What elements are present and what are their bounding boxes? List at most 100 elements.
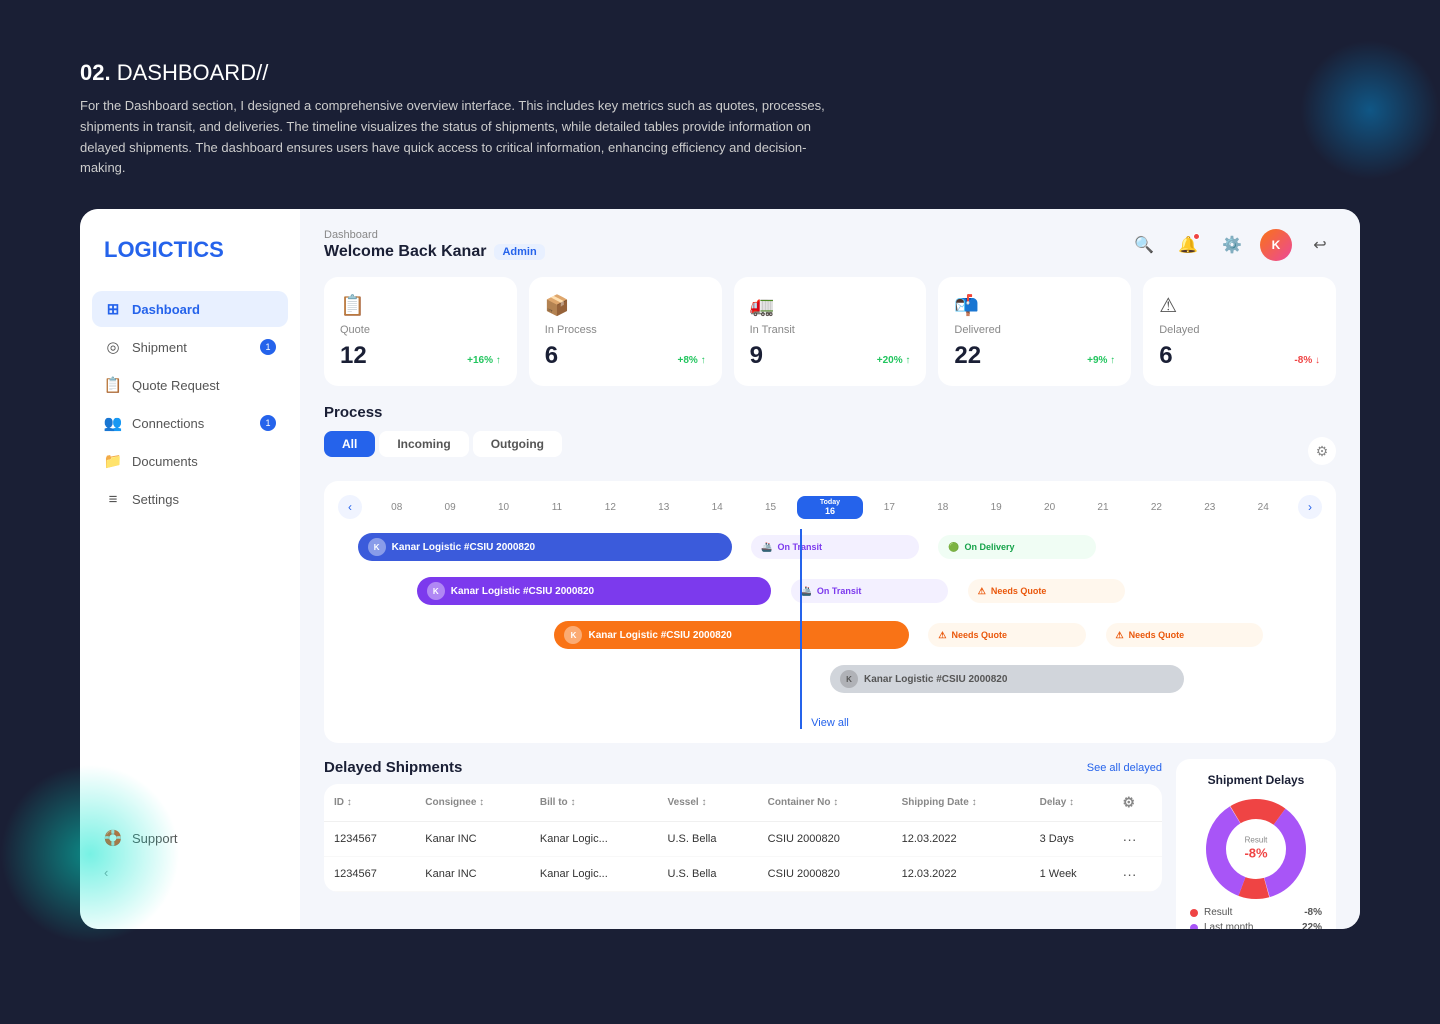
shipment-badge: 1: [260, 339, 276, 355]
topbar-actions: 🔍 🔔 ⚙️ K ↩: [1128, 229, 1336, 261]
col-shipping-date[interactable]: Shipping Date ↕: [892, 784, 1030, 822]
metric-in-transit: 🚛 In Transit 9 +20% ↑: [734, 277, 927, 386]
sidebar-item-settings[interactable]: ≡ Settings: [92, 481, 288, 517]
pie-legend-label: Last month: [1204, 922, 1253, 929]
breadcrumb: Dashboard: [324, 229, 545, 241]
timeline-prev-btn[interactable]: ‹: [338, 495, 362, 519]
metric-value-row: 9 +20% ↑: [750, 342, 911, 370]
metric-value: 12: [340, 342, 367, 370]
metric-change: -8% ↓: [1294, 355, 1320, 366]
metric-value: 6: [1159, 342, 1172, 370]
sidebar-support[interactable]: 🛟 Support: [92, 820, 288, 856]
timeline-header: ‹ 08 09 10 11 12 13 14 15 16 17 18 19 20…: [338, 495, 1322, 519]
col-settings[interactable]: ⚙: [1113, 784, 1162, 822]
table-container: ID ↕ Consignee ↕ Bill to ↕ Vessel ↕ Cont…: [324, 784, 1162, 892]
cell-consignee: Kanar INC: [415, 857, 530, 892]
gantt-status-transit-2: 🚢 On Transit: [791, 579, 948, 603]
section-description: For the Dashboard section, I designed a …: [80, 96, 840, 179]
delayed-table: ID ↕ Consignee ↕ Bill to ↕ Vessel ↕ Cont…: [324, 784, 1162, 892]
metric-value-row: 6 -8% ↓: [1159, 342, 1320, 370]
notification-button[interactable]: 🔔: [1172, 229, 1204, 261]
process-section-header: Process: [324, 404, 1336, 421]
page-header: 02. DASHBOARD// For the Dashboard sectio…: [0, 0, 1440, 209]
sidebar-item-documents[interactable]: 📁 Documents: [92, 443, 288, 479]
col-container[interactable]: Container No ↕: [758, 784, 892, 822]
cell-id: 1234567: [324, 857, 415, 892]
gantt-avatar-1: K: [368, 538, 386, 556]
date-23: 23: [1183, 502, 1236, 513]
pie-center-text: Result: [1244, 836, 1267, 845]
gantt-status-needs-quote-2: ⚠ Needs Quote: [968, 579, 1125, 603]
cell-actions[interactable]: ···: [1113, 822, 1162, 857]
col-delay[interactable]: Delay ↕: [1030, 784, 1113, 822]
timeline-next-btn[interactable]: ›: [1298, 495, 1322, 519]
gantt-bar-2[interactable]: K Kanar Logistic #CSIU 2000820: [417, 577, 771, 605]
sidebar-collapse[interactable]: ‹: [92, 856, 288, 889]
date-10: 10: [477, 502, 530, 513]
gantt-label-2: Kanar Logistic #CSIU 2000820: [451, 586, 594, 597]
sidebar-item-label: Dashboard: [132, 302, 200, 317]
date-17: 17: [863, 502, 916, 513]
cell-actions[interactable]: ···: [1113, 857, 1162, 892]
col-consignee[interactable]: Consignee ↕: [415, 784, 530, 822]
settings-button[interactable]: ⚙️: [1216, 229, 1248, 261]
metric-value-row: 22 +9% ↑: [954, 342, 1115, 370]
delayed-title: Delayed Shipments: [324, 759, 462, 776]
pie-legend-last-month: Last month 22%: [1190, 922, 1322, 929]
metric-value: 22: [954, 342, 981, 370]
see-all-link[interactable]: See all delayed: [1087, 762, 1162, 774]
cell-delay: 3 Days: [1030, 822, 1113, 857]
delayed-section: Delayed Shipments See all delayed ID ↕ C…: [324, 759, 1162, 929]
gantt-status-delivery-1: 🟢 On Delivery: [938, 535, 1095, 559]
timeline-container: ‹ 08 09 10 11 12 13 14 15 16 17 18 19 20…: [324, 481, 1336, 743]
sidebar-item-quote-request[interactable]: 📋 Quote Request: [92, 367, 288, 403]
cell-date: 12.03.2022: [892, 857, 1030, 892]
metric-change: +8% ↑: [678, 355, 706, 366]
process-settings-btn[interactable]: ⚙: [1308, 437, 1336, 465]
search-button[interactable]: 🔍: [1128, 229, 1160, 261]
col-id[interactable]: ID ↕: [324, 784, 415, 822]
date-24: 24: [1237, 502, 1290, 513]
tab-all[interactable]: All: [324, 431, 375, 457]
metric-value-row: 6 +8% ↑: [545, 342, 706, 370]
gantt-row-2: K Kanar Logistic #CSIU 2000820 🚢 On Tran…: [338, 573, 1322, 609]
metric-in-process: 📦 In Process 6 +8% ↑: [529, 277, 722, 386]
cell-vessel: U.S. Bella: [658, 822, 758, 857]
gantt-bar-1[interactable]: K Kanar Logistic #CSIU 2000820: [358, 533, 732, 561]
date-12: 12: [584, 502, 637, 513]
gantt-status-needs-quote-3b: ⚠ Needs Quote: [1106, 623, 1263, 647]
back-button[interactable]: ↩: [1304, 229, 1336, 261]
pie-dot-result: [1190, 909, 1198, 917]
logo: LOGICTICS: [80, 237, 300, 291]
tab-outgoing[interactable]: Outgoing: [473, 431, 562, 457]
connections-badge: 1: [260, 415, 276, 431]
chevron-left-icon: ‹: [104, 865, 108, 880]
metric-label: In Process: [545, 324, 706, 336]
col-vessel[interactable]: Vessel ↕: [658, 784, 758, 822]
avatar[interactable]: K: [1260, 229, 1292, 261]
gantt-row-3: K Kanar Logistic #CSIU 2000820 ⚠ Needs Q…: [338, 617, 1322, 653]
cell-consignee: Kanar INC: [415, 822, 530, 857]
process-title: Process: [324, 404, 382, 421]
view-all-link[interactable]: View all: [338, 711, 1322, 729]
date-19: 19: [969, 502, 1022, 513]
tab-incoming[interactable]: Incoming: [379, 431, 468, 457]
main-card: LOGICTICS ⊞ Dashboard ◎ Shipment 1 📋 Quo…: [80, 209, 1360, 929]
metrics-row: 📋 Quote 12 +16% ↑ 📦 In Process 6 +8% ↑ 🚛…: [324, 277, 1336, 386]
topbar-left: Dashboard Welcome Back Kanar Admin: [324, 229, 545, 261]
date-15: 15: [744, 502, 797, 513]
col-bill-to[interactable]: Bill to ↕: [530, 784, 658, 822]
metric-quote: 📋 Quote 12 +16% ↑: [324, 277, 517, 386]
gantt-avatar-4: K: [840, 670, 858, 688]
sidebar-item-connections[interactable]: 👥 Connections 1: [92, 405, 288, 441]
cell-date: 12.03.2022: [892, 822, 1030, 857]
gantt-bar-3[interactable]: K Kanar Logistic #CSIU 2000820: [554, 621, 908, 649]
pie-title: Shipment Delays: [1208, 773, 1305, 787]
pie-legend-result: Result -8%: [1190, 907, 1322, 918]
support-icon: 🛟: [104, 829, 122, 847]
gantt-bar-4[interactable]: K Kanar Logistic #CSIU 2000820: [830, 665, 1184, 693]
gantt-status-transit-1: 🚢 On Transit: [751, 535, 918, 559]
sidebar-item-dashboard[interactable]: ⊞ Dashboard: [92, 291, 288, 327]
section-heading: 02. DASHBOARD//: [80, 60, 1360, 86]
sidebar-item-shipment[interactable]: ◎ Shipment 1: [92, 329, 288, 365]
